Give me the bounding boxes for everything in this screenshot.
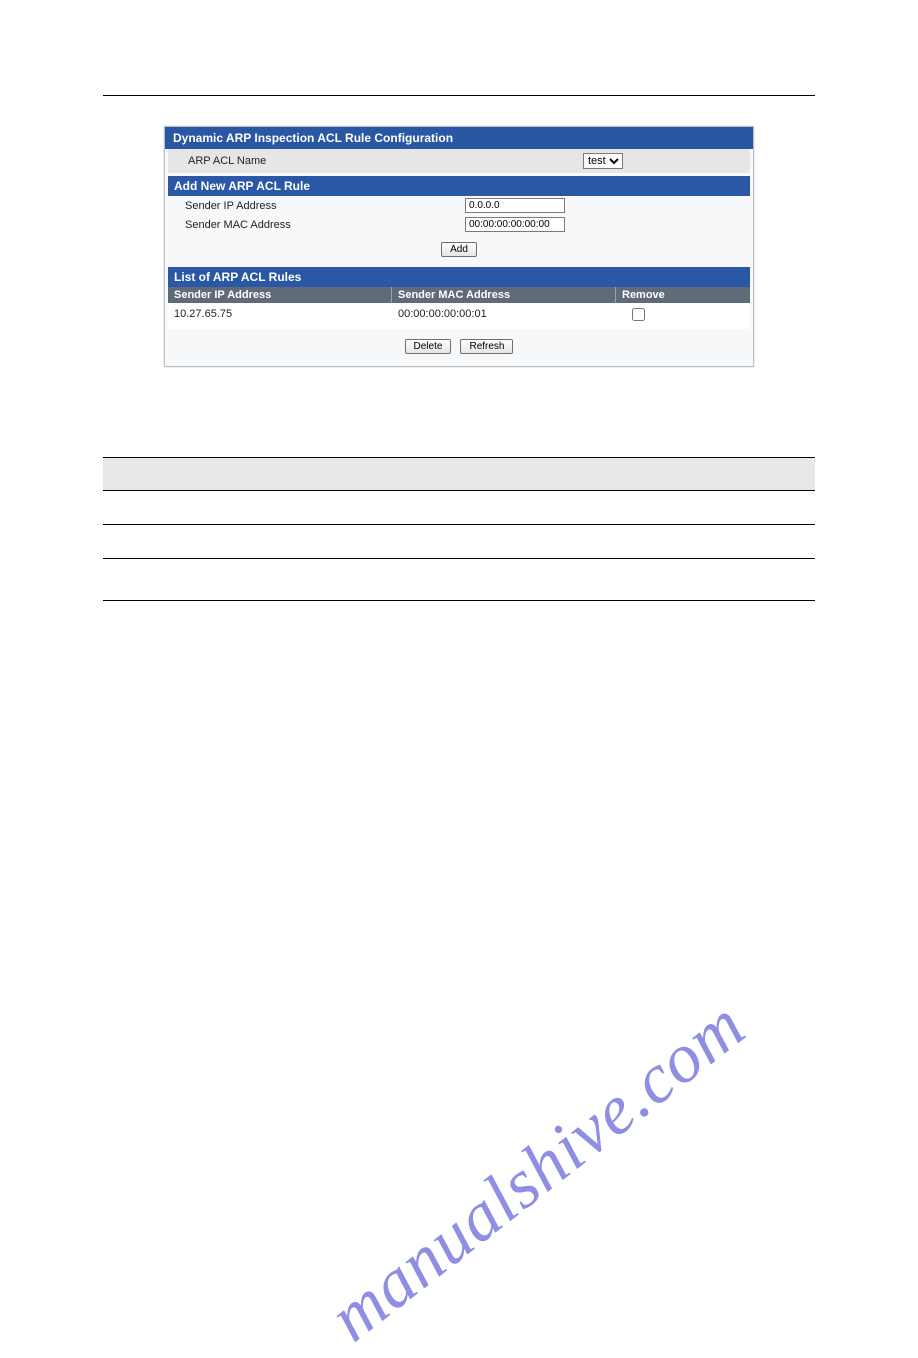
desc-row <box>103 491 815 525</box>
sender-ip-input[interactable] <box>465 198 565 213</box>
cell-remove <box>616 306 750 326</box>
list-section-title: List of ARP ACL Rules <box>174 270 301 284</box>
panel-title: Dynamic ARP Inspection ACL Rule Configur… <box>173 131 453 145</box>
acl-name-label: ARP ACL Name <box>188 155 583 167</box>
remove-checkbox[interactable] <box>632 308 645 321</box>
cell-mac: 00:00:00:00:00:01 <box>392 306 616 326</box>
sender-ip-label: Sender IP Address <box>185 200 465 212</box>
sender-mac-input[interactable] <box>465 217 565 232</box>
list-section-bar: List of ARP ACL Rules <box>168 267 750 287</box>
acl-name-select[interactable]: test <box>583 153 623 169</box>
add-section-title: Add New ARP ACL Rule <box>174 179 310 193</box>
sender-mac-label: Sender MAC Address <box>185 219 465 231</box>
bottom-button-row: Delete Refresh <box>165 329 753 366</box>
watermark-text: manualshive.com <box>315 985 761 1358</box>
cell-ip: 10.27.65.75 <box>168 306 392 326</box>
config-panel: Dynamic ARP Inspection ACL Rule Configur… <box>164 126 754 367</box>
top-horizontal-rule <box>103 95 815 96</box>
col-header-ip: Sender IP Address <box>168 287 392 303</box>
table-row: 10.27.65.75 00:00:00:00:00:01 <box>168 303 750 329</box>
col-header-remove: Remove <box>616 287 750 303</box>
desc-row <box>103 559 815 601</box>
panel-title-bar: Dynamic ARP Inspection ACL Rule Configur… <box>165 127 753 149</box>
acl-name-row: ARP ACL Name test <box>168 149 750 173</box>
col-header-mac: Sender MAC Address <box>392 287 616 303</box>
desc-row <box>103 525 815 559</box>
desc-header-row <box>103 457 815 491</box>
add-button-row: Add <box>165 234 753 267</box>
table-header: Sender IP Address Sender MAC Address Rem… <box>168 287 750 303</box>
refresh-button[interactable]: Refresh <box>460 339 513 354</box>
add-button[interactable]: Add <box>441 242 477 257</box>
delete-button[interactable]: Delete <box>405 339 452 354</box>
add-section-bar: Add New ARP ACL Rule <box>168 176 750 196</box>
sender-ip-row: Sender IP Address <box>165 196 753 215</box>
description-table <box>103 457 815 601</box>
sender-mac-row: Sender MAC Address <box>165 215 753 234</box>
